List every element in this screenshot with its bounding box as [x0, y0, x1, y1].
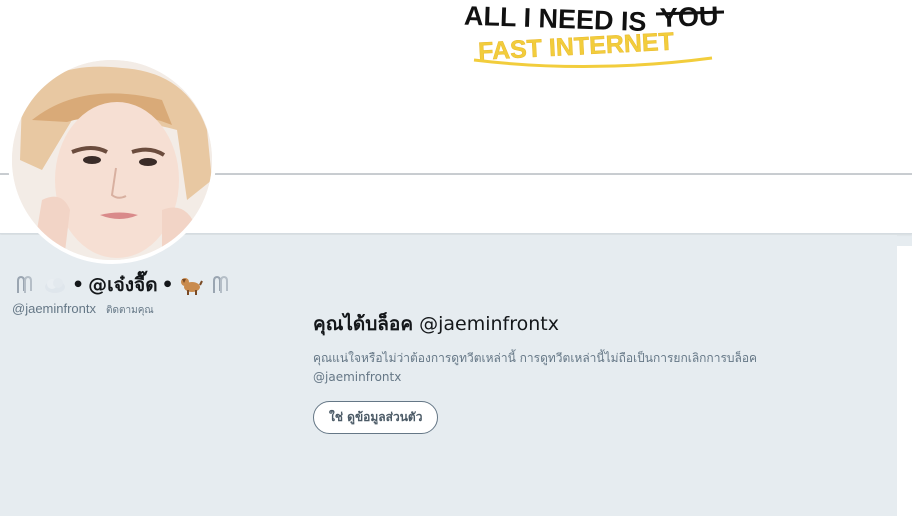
blocked-title-handle: @jaeminfrontx — [419, 313, 559, 335]
cloud-icon — [42, 272, 68, 298]
blocked-title: คุณได้บล็อค @jaeminfrontx — [313, 309, 833, 339]
display-name-text: @เจ๋งจื๊ด — [88, 274, 158, 296]
side-column — [897, 246, 912, 516]
blocked-description: คุณแน่ใจหรือไม่ว่าต้องการดูทวีตเหล่านี้ … — [313, 351, 758, 384]
name-separator: • — [161, 274, 174, 296]
avatar-image — [12, 60, 212, 260]
banner-graphic: ALL I NEED IS YOU FAST INTERNET — [464, 1, 725, 69]
view-profile-button[interactable]: ใช่ ดูข้อมูลส่วนตัว — [313, 401, 439, 434]
blocked-notice: คุณได้บล็อค @jaeminfrontx คุณแน่ใจหรือไม… — [313, 309, 833, 434]
banner-line-2: FAST INTERNET — [477, 28, 674, 66]
dog-icon — [178, 272, 204, 298]
blocked-title-prefix: คุณได้บล็อค — [313, 313, 414, 335]
profile-handle: @jaeminfrontx — [12, 301, 97, 316]
paperclips-icon — [208, 272, 234, 298]
paperclips-icon — [12, 272, 38, 298]
avatar[interactable] — [8, 56, 216, 264]
follows-you-badge: ติดตามคุณ — [106, 305, 154, 316]
name-separator: • — [72, 274, 85, 296]
profile-handle-row: @jaeminfrontx ติดตามคุณ — [12, 301, 154, 318]
profile-display-name: • @เจ๋งจื๊ด • — [12, 270, 234, 300]
strike-line — [655, 10, 725, 16]
